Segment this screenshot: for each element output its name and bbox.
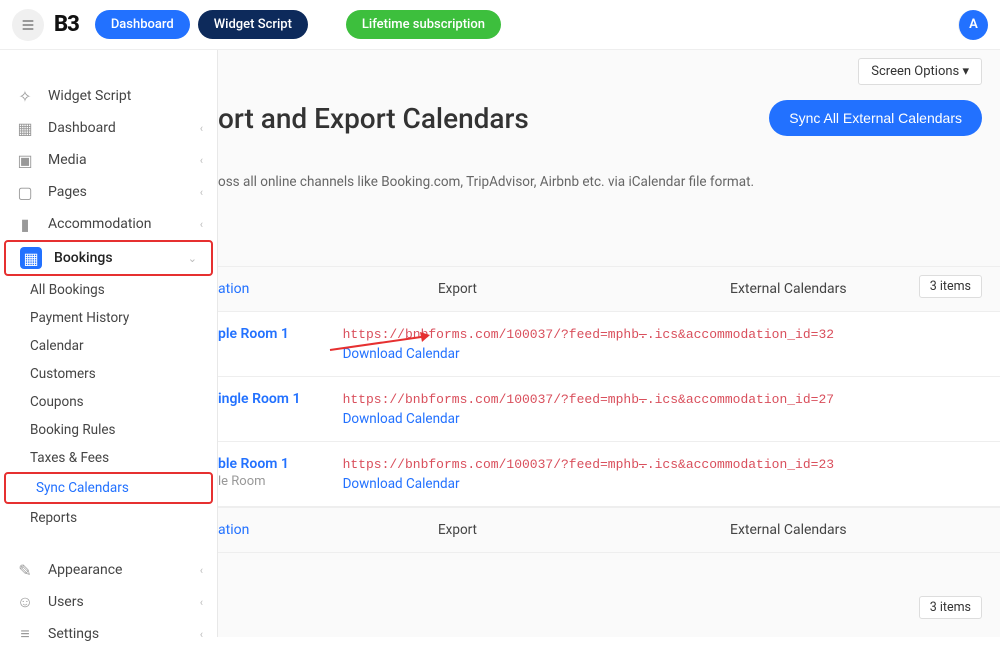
sync-all-button[interactable]: Sync All External Calendars: [769, 100, 982, 136]
col-header-accommodation[interactable]: ation: [218, 267, 428, 311]
sidebar-item-dashboard[interactable]: ▦ Dashboard ‹: [0, 112, 217, 144]
logo[interactable]: B3: [54, 12, 79, 37]
table-row: ingle Room 1 https://bnbforms.com/100037…: [218, 377, 1000, 442]
chevron-left-icon: ‹: [200, 154, 203, 167]
hamburger-menu[interactable]: [12, 9, 44, 41]
chevron-down-icon: ⌄: [188, 252, 197, 265]
sidebar-item-label: Accommodation: [48, 216, 152, 232]
accommodation-sub: le Room: [218, 474, 323, 489]
chevron-left-icon: ‹: [200, 186, 203, 199]
sidebar-item-accommodation[interactable]: ▮ Accommodation ‹: [0, 208, 217, 240]
download-calendar-link[interactable]: Download Calendar: [343, 476, 835, 492]
col-footer-accommodation[interactable]: ation: [218, 508, 428, 552]
sidebar-item-pages[interactable]: ▢ Pages ‹: [0, 176, 217, 208]
chevron-left-icon: ‹: [200, 596, 203, 609]
widget-script-pill[interactable]: Widget Script: [198, 10, 308, 39]
grid-icon: ▦: [14, 119, 36, 138]
sidebar-sub-booking-rules[interactable]: Booking Rules: [0, 416, 217, 444]
hamburger-icon: [20, 17, 36, 33]
sidebar-sub-calendar[interactable]: Calendar: [0, 332, 217, 360]
main-content: Screen Options ▾ ort and Export Calendar…: [218, 50, 1000, 637]
sidebar-item-widget-script[interactable]: ✧ Widget Script: [0, 80, 217, 112]
feed-url[interactable]: https://bnbforms.com/100037/?feed=mphb..…: [343, 327, 835, 342]
building-icon: ▮: [14, 215, 36, 234]
sidebar-sub-taxes-fees[interactable]: Taxes & Fees: [0, 444, 217, 472]
accommodation-link[interactable]: ple Room 1: [218, 326, 289, 342]
dashboard-pill[interactable]: Dashboard: [95, 10, 190, 39]
sidebar-sub-sync-calendars[interactable]: Sync Calendars: [6, 474, 211, 502]
page-icon: ▢: [14, 183, 36, 202]
highlight-sync-calendars: Sync Calendars: [4, 472, 213, 504]
avatar[interactable]: A: [958, 10, 988, 40]
chevron-left-icon: ‹: [200, 218, 203, 231]
feed-url[interactable]: https://bnbforms.com/100037/?feed=mphb..…: [343, 457, 835, 472]
table-row: ble Room 1 le Room https://bnbforms.com/…: [218, 442, 1000, 507]
table-row: ple Room 1 https://bnbforms.com/100037/?…: [218, 312, 1000, 377]
user-icon: ☺: [14, 592, 36, 612]
image-icon: ▣: [14, 151, 36, 170]
chevron-left-icon: ‹: [200, 122, 203, 135]
topbar: B3 Dashboard Widget Script Lifetime subs…: [0, 0, 1000, 50]
sidebar-sub-all-bookings[interactable]: All Bookings: [0, 276, 217, 304]
col-footer-external: External Calendars: [720, 508, 1000, 552]
table-header: ation Export External Calendars: [218, 266, 1000, 312]
chevron-left-icon: ‹: [200, 628, 203, 641]
col-header-export: Export: [428, 267, 720, 311]
items-count-top: 3 items: [919, 275, 982, 298]
sidebar: ✧ Widget Script ▦ Dashboard ‹ ▣ Media ‹ …: [0, 50, 218, 637]
brush-icon: ✎: [14, 561, 36, 580]
code-icon: ✧: [14, 87, 36, 106]
chevron-left-icon: ‹: [200, 564, 203, 577]
page-title: ort and Export Calendars: [218, 102, 529, 135]
sidebar-item-label: Widget Script: [48, 88, 131, 104]
download-calendar-link[interactable]: Download Calendar: [343, 346, 835, 362]
sidebar-item-label: Users: [48, 594, 84, 610]
sidebar-item-media[interactable]: ▣ Media ‹: [0, 144, 217, 176]
download-calendar-link[interactable]: Download Calendar: [343, 411, 835, 427]
sidebar-item-label: Pages: [48, 184, 87, 200]
table-footer: ation Export External Calendars: [218, 507, 1000, 553]
accommodation-link[interactable]: ble Room 1: [218, 456, 289, 472]
col-footer-export: Export: [428, 508, 720, 552]
sidebar-item-label: Dashboard: [48, 120, 116, 136]
sidebar-item-users[interactable]: ☺ Users ‹: [0, 586, 217, 618]
sidebar-item-label: Bookings: [54, 250, 113, 266]
sidebar-item-label: Appearance: [48, 562, 122, 578]
sliders-icon: ≡: [14, 624, 36, 644]
sidebar-sub-coupons[interactable]: Coupons: [0, 388, 217, 416]
calendar-icon: ▦: [20, 247, 42, 269]
sidebar-item-settings[interactable]: ≡ Settings ‹: [0, 618, 217, 650]
sidebar-sub-reports[interactable]: Reports: [0, 504, 217, 532]
highlight-bookings: ▦ Bookings ⌄: [4, 240, 213, 276]
feed-url[interactable]: https://bnbforms.com/100037/?feed=mphb..…: [343, 392, 835, 407]
sidebar-sub-payment-history[interactable]: Payment History: [0, 304, 217, 332]
sidebar-item-bookings[interactable]: ▦ Bookings ⌄: [6, 242, 211, 274]
lifetime-pill[interactable]: Lifetime subscription: [346, 10, 501, 39]
sidebar-sub-customers[interactable]: Customers: [0, 360, 217, 388]
screen-options-button[interactable]: Screen Options ▾: [858, 58, 982, 85]
accommodation-link[interactable]: ingle Room 1: [218, 391, 300, 407]
sidebar-item-appearance[interactable]: ✎ Appearance ‹: [0, 554, 217, 586]
sidebar-item-label: Settings: [48, 626, 99, 642]
page-description: oss all online channels like Booking.com…: [218, 146, 1000, 208]
sidebar-item-label: Media: [48, 152, 87, 168]
calendars-table: ation Export External Calendars ple Room…: [218, 266, 1000, 553]
items-count-bottom: 3 items: [919, 596, 982, 619]
